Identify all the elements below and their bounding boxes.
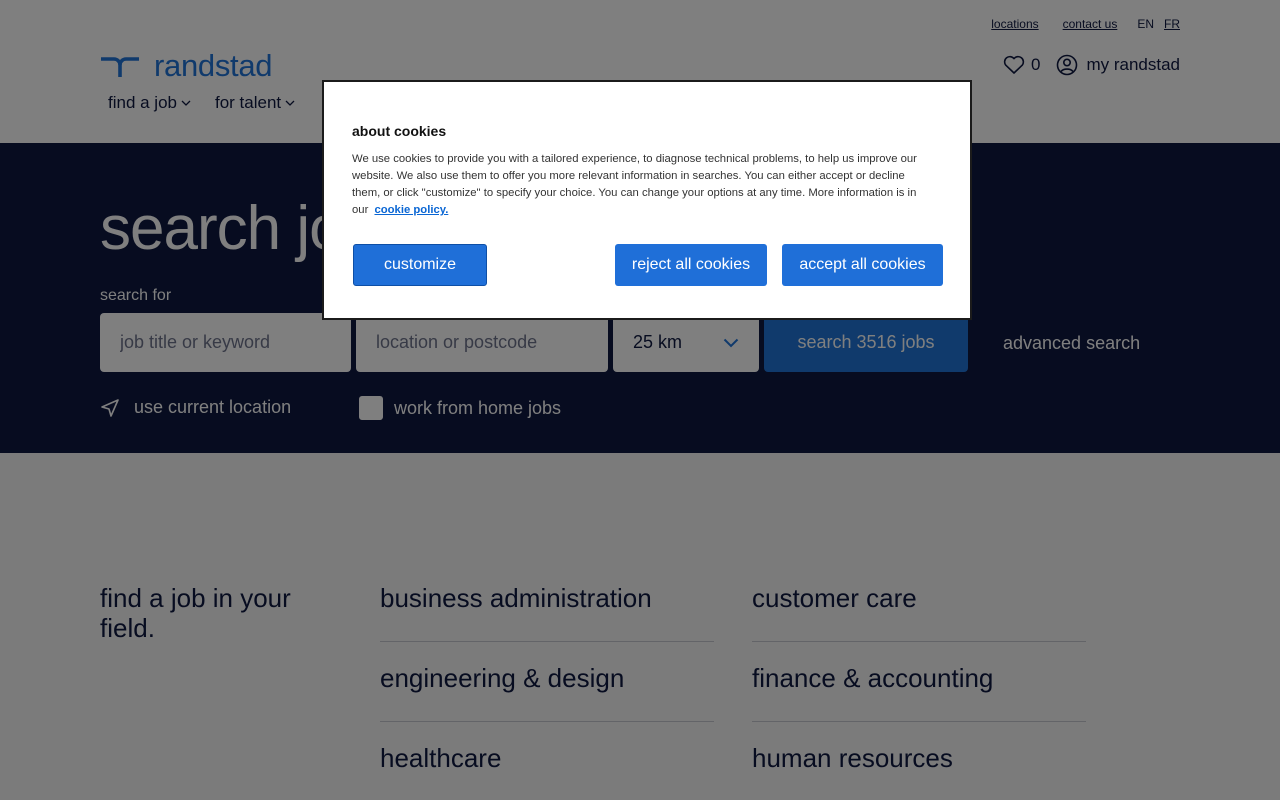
reject-all-cookies-button[interactable]: reject all cookies: [615, 244, 767, 286]
customize-button[interactable]: customize: [353, 244, 487, 286]
dialog-title: about cookies: [352, 123, 447, 139]
accept-all-cookies-button[interactable]: accept all cookies: [782, 244, 943, 286]
cookie-policy-link[interactable]: cookie policy.: [374, 204, 448, 216]
dialog-body: We use cookies to provide you with a tai…: [352, 151, 932, 219]
cookie-consent-dialog: about cookies We use cookies to provide …: [322, 80, 972, 320]
